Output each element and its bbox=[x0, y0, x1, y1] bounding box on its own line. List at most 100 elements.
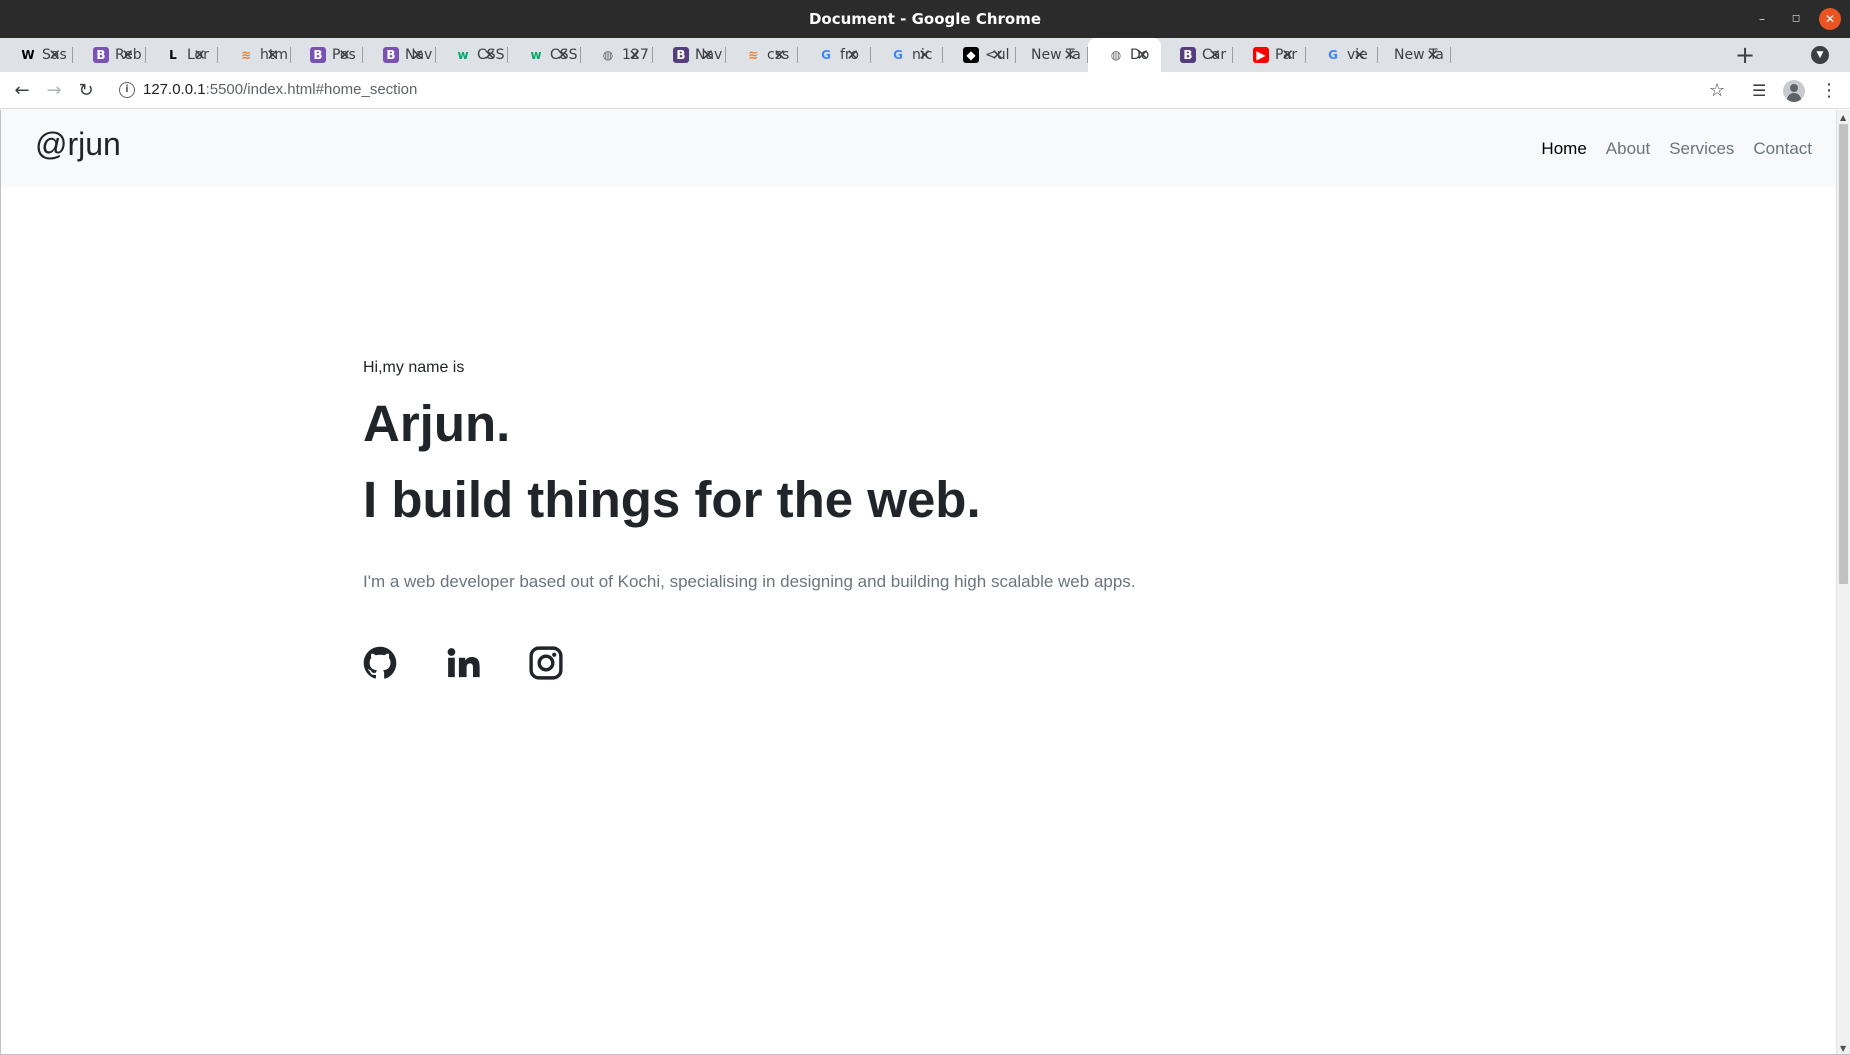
hero-description: I'm a web developer based out of Kochi, … bbox=[363, 572, 1136, 591]
tab-close-icon[interactable]: ✕ bbox=[1208, 38, 1221, 72]
profile-avatar-icon[interactable] bbox=[1783, 80, 1805, 102]
tab[interactable]: ≋ htm ✕ bbox=[218, 38, 291, 72]
bookmark-star-icon[interactable]: ☆ bbox=[1709, 72, 1725, 109]
nav-link-contact[interactable]: Contact bbox=[1753, 139, 1812, 159]
tab-close-icon[interactable]: ✕ bbox=[556, 38, 569, 72]
tab-close-icon[interactable]: ✕ bbox=[338, 38, 351, 72]
nav-link-home[interactable]: Home bbox=[1541, 139, 1586, 159]
tab-close-icon[interactable]: ✕ bbox=[483, 38, 496, 72]
linkedin-icon[interactable] bbox=[446, 646, 480, 680]
site-brand[interactable]: @rjun bbox=[35, 110, 121, 178]
tab[interactable]: Gfro ✕ bbox=[798, 38, 871, 72]
page-scrollbar[interactable]: ▲ ▼ bbox=[1836, 110, 1850, 1054]
tab-active[interactable]: ◍ Do ✕ bbox=[1088, 38, 1161, 72]
maximize-icon[interactable]: ◻ bbox=[1785, 8, 1807, 30]
tab[interactable]: L Lor ✕ bbox=[145, 38, 218, 72]
tab-close-icon[interactable]: ✕ bbox=[628, 38, 641, 72]
bootstrap-icon: B bbox=[673, 47, 689, 63]
url-host: 127.0.0.1 bbox=[143, 81, 206, 98]
tab[interactable]: ▶ Par ✕ bbox=[1233, 38, 1306, 72]
tab-close-icon[interactable]: ✕ bbox=[48, 38, 61, 72]
tab[interactable]: B Pos ✕ bbox=[290, 38, 363, 72]
tab[interactable]: ◍ 127 ✕ bbox=[580, 38, 653, 72]
tab[interactable]: w CSS ✕ bbox=[435, 38, 508, 72]
lorem-icon: L bbox=[169, 48, 177, 62]
media-control-icon[interactable]: ☰ bbox=[1752, 72, 1766, 109]
tab-close-icon[interactable]: ✕ bbox=[121, 38, 134, 72]
site-info-icon[interactable]: i bbox=[119, 82, 135, 98]
tab[interactable]: New Ta ✕ bbox=[1015, 38, 1088, 72]
bootstrap-icon: B bbox=[310, 47, 326, 63]
tab[interactable]: B Reb ✕ bbox=[73, 38, 146, 72]
globe-icon: ◍ bbox=[602, 48, 614, 62]
tab[interactable]: B Car ✕ bbox=[1160, 38, 1233, 72]
social-links bbox=[363, 646, 612, 680]
back-icon[interactable]: ← bbox=[8, 72, 36, 109]
tab[interactable]: Gnic ✕ bbox=[870, 38, 943, 72]
title-bar: Document - Google Chrome – ◻ ✕ bbox=[0, 0, 1850, 38]
google-icon: G bbox=[893, 48, 903, 62]
tab-close-icon[interactable]: ✕ bbox=[991, 38, 1004, 72]
tab-close-icon[interactable]: ✕ bbox=[1063, 38, 1076, 72]
url-path: :5500/index.html#home_section bbox=[205, 81, 418, 98]
stackoverflow-icon: ≋ bbox=[747, 48, 759, 62]
nav-link-services[interactable]: Services bbox=[1669, 139, 1734, 159]
instagram-icon[interactable] bbox=[529, 646, 563, 680]
page-viewport: @rjun Home About Services Contact Hi,my nam… bbox=[0, 110, 1850, 1055]
chrome-menu-icon[interactable]: ⋮ bbox=[1820, 72, 1838, 109]
youtube-icon: ▶ bbox=[1253, 47, 1269, 63]
bootstrap-icon: B bbox=[93, 47, 109, 63]
window-title: Document - Google Chrome bbox=[808, 10, 1042, 28]
reload-icon[interactable]: ↻ bbox=[72, 72, 100, 109]
tab[interactable]: w CSS ✕ bbox=[508, 38, 581, 72]
google-icon: G bbox=[821, 48, 831, 62]
tab-close-icon[interactable]: ✕ bbox=[1353, 38, 1366, 72]
tab-close-icon[interactable]: ✕ bbox=[773, 38, 786, 72]
hero-greeting: Hi,my name is bbox=[363, 359, 465, 376]
new-tab-button[interactable]: + bbox=[1733, 38, 1757, 72]
wikipedia-icon: W bbox=[21, 48, 35, 62]
site-navbar: @rjun Home About Services Contact bbox=[1, 110, 1836, 187]
google-icon: G bbox=[1328, 48, 1338, 62]
browser-window: Document - Google Chrome – ◻ ✕ W Sas ✕ B Reb… bbox=[0, 0, 1850, 1055]
tab-separator bbox=[1450, 47, 1451, 63]
tab-close-icon[interactable]: ✕ bbox=[193, 38, 206, 72]
globe-icon: ◍ bbox=[1110, 48, 1122, 62]
bootstrap-icon: B bbox=[1180, 47, 1196, 63]
home-section: Hi,my name is Arjun. I build things for … bbox=[363, 357, 1563, 594]
nav-links: Home About Services Contact bbox=[1522, 110, 1812, 187]
w3schools-icon: w bbox=[530, 48, 542, 62]
tab-close-icon[interactable]: ✕ bbox=[1281, 38, 1294, 72]
tab-close-icon[interactable]: ✕ bbox=[846, 38, 859, 72]
tab[interactable]: Gvie ✕ bbox=[1305, 38, 1378, 72]
tab-close-icon[interactable]: ✕ bbox=[701, 38, 714, 72]
w3schools-icon: w bbox=[457, 48, 469, 62]
tab-close-icon[interactable]: ✕ bbox=[266, 38, 279, 72]
tab-close-icon[interactable]: ✕ bbox=[1136, 38, 1149, 72]
tab-close-icon[interactable]: ✕ bbox=[918, 38, 931, 72]
tab[interactable]: New Ta ✕ bbox=[1378, 38, 1451, 72]
nav-link-about[interactable]: About bbox=[1606, 139, 1650, 159]
tab-strip: W Sas ✕ B Reb ✕ L Lor ✕ ≋ htm ✕ B Pos ✕ B Nav ✕ w CSS ✕ w CSS ✕… bbox=[0, 38, 1850, 72]
address-bar[interactable]: 127.0.0.1:5500/index.html#home_section bbox=[143, 72, 417, 109]
tab[interactable]: ◆ <ul ✕ bbox=[943, 38, 1016, 72]
forward-icon[interactable]: → bbox=[40, 72, 68, 109]
minimize-icon[interactable]: – bbox=[1751, 8, 1773, 30]
scroll-up-arrow-icon[interactable]: ▲ bbox=[1840, 113, 1846, 122]
tab-close-icon[interactable]: ✕ bbox=[411, 38, 424, 72]
hero-tagline: I build things for the web. bbox=[363, 471, 981, 528]
scroll-down-arrow-icon[interactable]: ▼ bbox=[1840, 1044, 1846, 1053]
close-window-icon[interactable]: ✕ bbox=[1819, 8, 1841, 30]
tab[interactable]: B Nav ✕ bbox=[653, 38, 726, 72]
stackoverflow-icon: ≋ bbox=[240, 48, 252, 62]
github-icon[interactable] bbox=[363, 646, 397, 680]
tab[interactable]: W Sas ✕ bbox=[0, 38, 73, 72]
tab-search-icon[interactable]: ▼ bbox=[1811, 46, 1829, 64]
tab[interactable]: ≋ css ✕ bbox=[725, 38, 798, 72]
tab[interactable]: B Nav ✕ bbox=[363, 38, 436, 72]
hero-name: Arjun. bbox=[363, 395, 511, 452]
tab-close-icon[interactable]: ✕ bbox=[1426, 38, 1439, 72]
bootstrap-icon: B bbox=[383, 47, 399, 63]
codepen-icon: ◆ bbox=[963, 47, 979, 63]
scroll-thumb[interactable] bbox=[1839, 124, 1848, 584]
